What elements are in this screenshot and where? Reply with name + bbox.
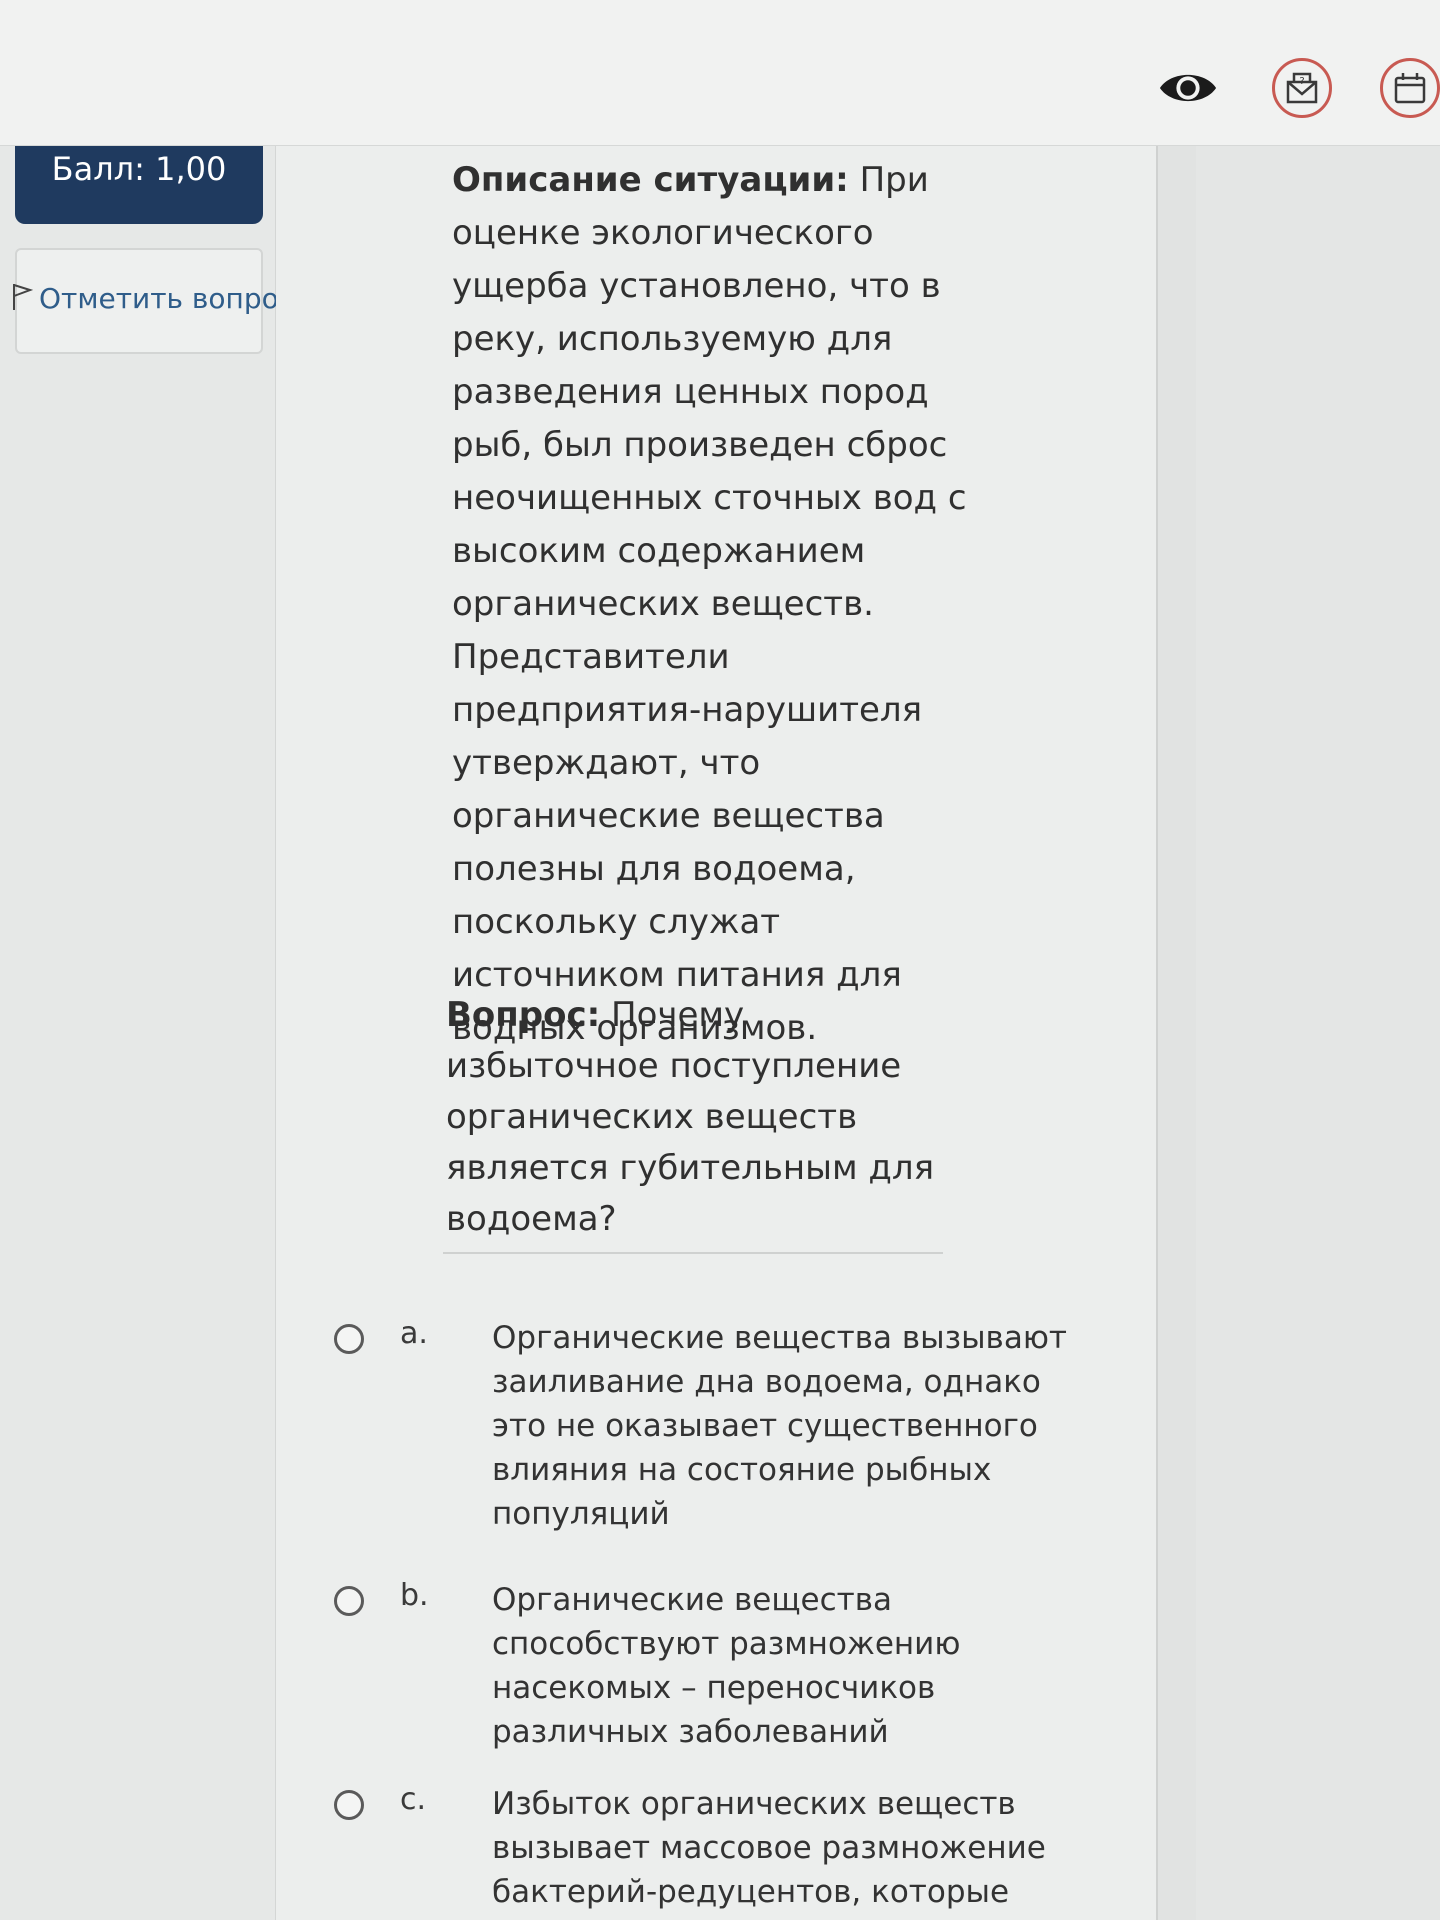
radio-a[interactable]: [334, 1324, 364, 1354]
option-letter: b.: [400, 1578, 429, 1613]
top-bar: [0, 0, 1440, 146]
situation-description: Описание ситуации: При оценке экологичес…: [452, 154, 972, 1055]
radio-b[interactable]: [334, 1586, 364, 1616]
flag-icon: [11, 282, 34, 319]
option-text: Органические вещества вызывают заиливани…: [492, 1320, 1067, 1532]
question-title: Вопрос:: [446, 995, 601, 1035]
score-label: Балл: 1,00: [51, 150, 227, 188]
left-sidebar: [0, 146, 277, 1920]
calendar-icon[interactable]: [1380, 58, 1440, 118]
question-block: Вопрос: Почему избыточное поступление ор…: [446, 990, 966, 1245]
option-text: Избыток органических веществ вызывает ма…: [492, 1786, 1046, 1910]
flag-question-button[interactable]: Отметить вопрос: [13, 248, 294, 354]
divider: [443, 1252, 943, 1254]
option-letter: c.: [400, 1782, 427, 1817]
radio-c[interactable]: [334, 1790, 364, 1820]
right-strip: [1158, 146, 1196, 1920]
option-text: Органические вещества способствуют размн…: [492, 1582, 961, 1750]
option-letter: a.: [400, 1316, 428, 1351]
mail-icon[interactable]: ?: [1272, 58, 1332, 118]
svg-text:?: ?: [1299, 76, 1304, 87]
situation-text: При оценке экологического ущерба установ…: [452, 160, 967, 1048]
flag-question-label: Отметить вопрос: [39, 282, 295, 315]
right-panel: [1196, 146, 1440, 1920]
eye-icon[interactable]: [1158, 58, 1218, 118]
situation-title: Описание ситуации:: [452, 160, 849, 200]
score-badge: Балл: 1,00: [15, 146, 263, 224]
